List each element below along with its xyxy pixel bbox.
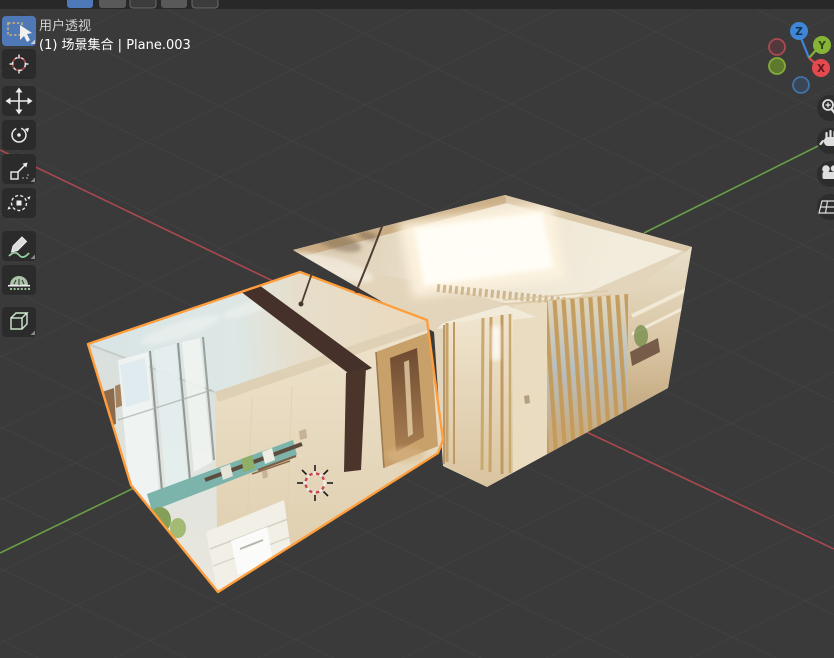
mode-pill-4[interactable]: [161, 0, 187, 8]
tool-annotate[interactable]: [2, 231, 36, 261]
gizmo-neg-x[interactable]: [769, 39, 785, 55]
gizmo-neg-z[interactable]: [793, 77, 809, 93]
mode-pill-5[interactable]: [192, 0, 218, 8]
toolbar: [2, 16, 36, 337]
tool-tweak-select[interactable]: [2, 16, 36, 46]
tool-transform[interactable]: [2, 188, 36, 218]
view-mode-label: 用户透视: [39, 18, 91, 34]
tool-rotate[interactable]: [2, 120, 36, 150]
gizmo-z-label: Z: [795, 26, 803, 38]
mode-pill-3[interactable]: [130, 0, 156, 8]
tool-measure[interactable]: [2, 265, 36, 295]
camera-icon: [822, 165, 834, 179]
tool-move[interactable]: [2, 86, 36, 116]
tool-scale[interactable]: [2, 154, 36, 184]
topbar: [0, 0, 834, 9]
right-box-wall: [513, 302, 547, 473]
gizmo-x-label: X: [817, 63, 825, 75]
mode-pill-active[interactable]: [67, 0, 93, 8]
breadcrumb: (1) 场景集合 | Plane.003: [39, 37, 191, 53]
tool-add-cube[interactable]: [2, 307, 36, 337]
plant-blob: [634, 325, 648, 347]
blender-3d-viewport: 用户透视 (1) 场景集合 | Plane.003: [0, 0, 834, 658]
mode-pill-2[interactable]: [99, 0, 126, 8]
tool-cursor[interactable]: [2, 49, 36, 79]
gizmo-y-label: Y: [817, 40, 826, 52]
gizmo-neg-y[interactable]: [769, 58, 785, 74]
